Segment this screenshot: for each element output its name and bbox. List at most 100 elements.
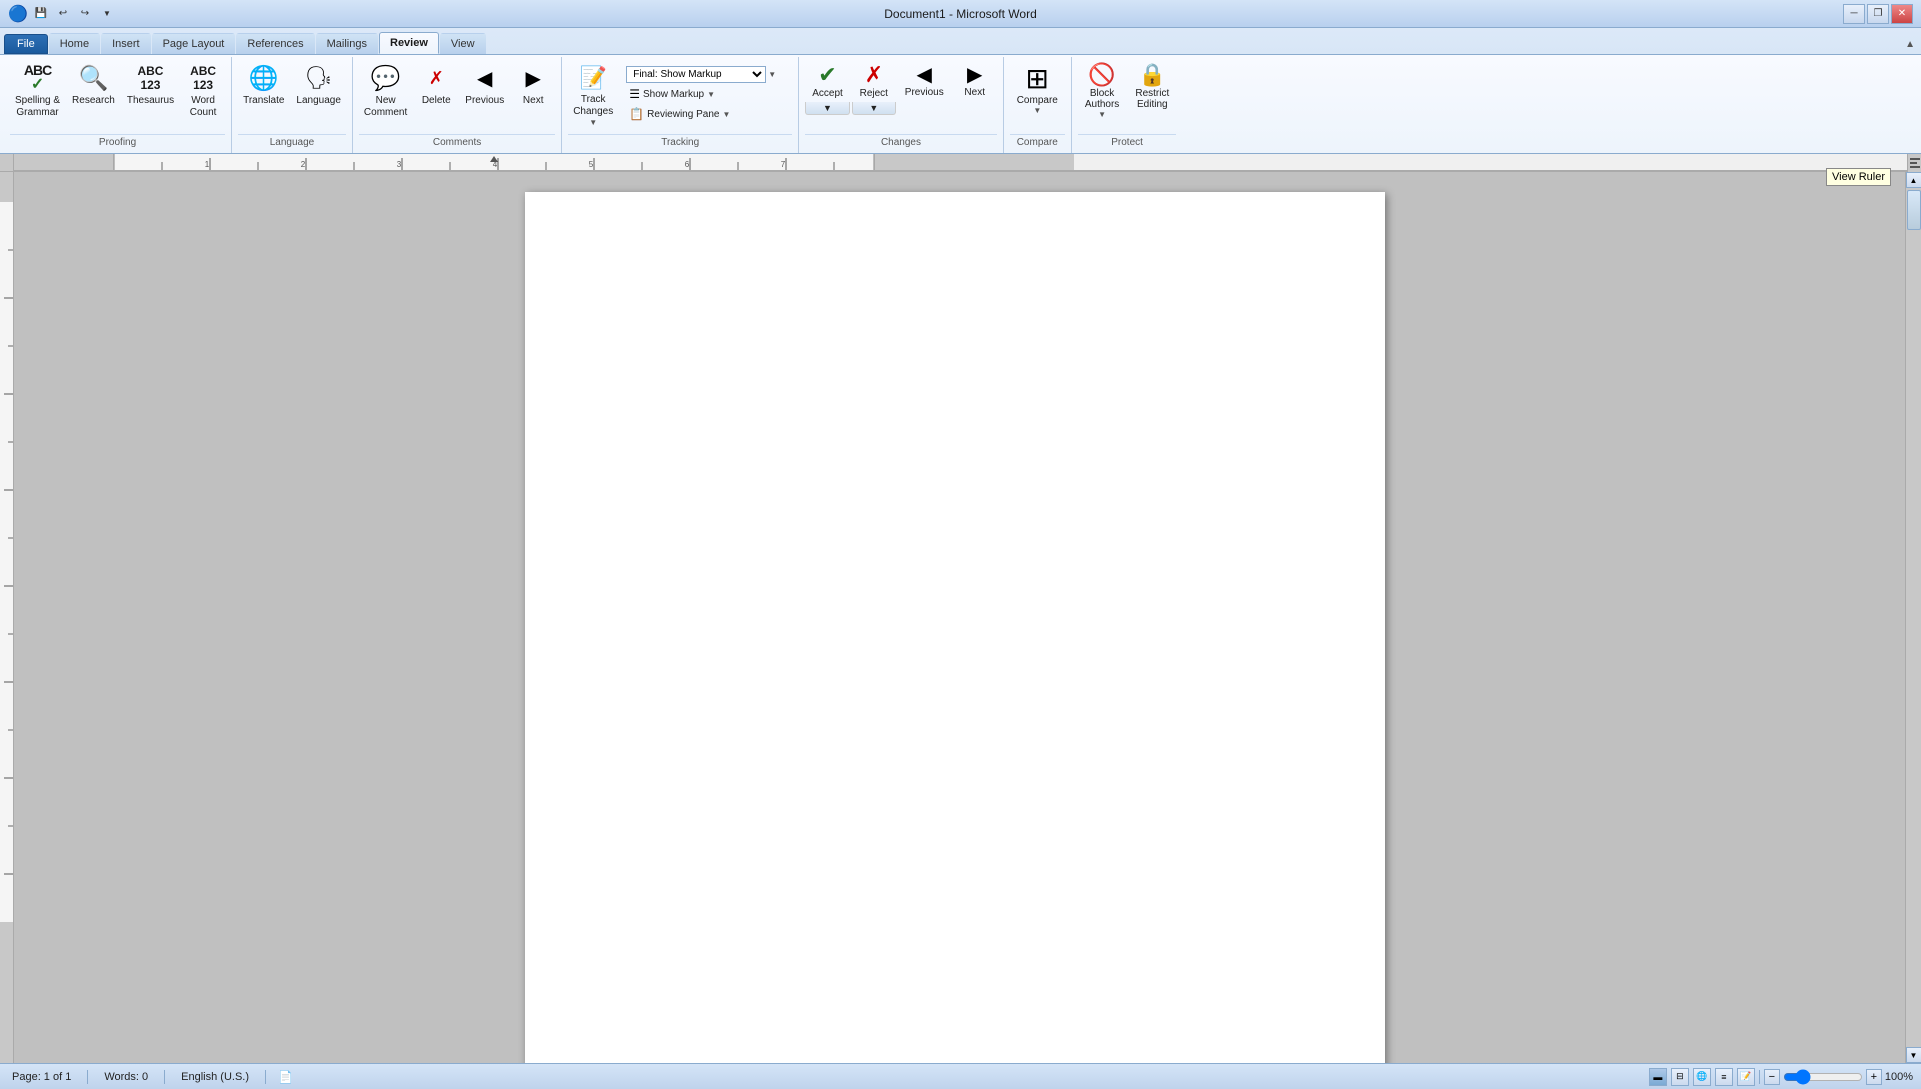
previous-comment-icon: ◀ <box>469 62 501 94</box>
zoom-out-btn[interactable]: − <box>1764 1069 1780 1085</box>
show-markup-button[interactable]: ☰ Show Markup ▼ <box>626 85 718 103</box>
accept-label: Accept <box>812 88 843 99</box>
status-page[interactable]: Page: 1 of 1 <box>8 1071 75 1083</box>
status-divider-3 <box>265 1070 266 1084</box>
restrict-editing-button[interactable]: 🔒 RestrictEditing <box>1128 59 1176 113</box>
reject-split-button[interactable]: ✗ Reject ▼ <box>852 59 896 115</box>
reviewing-pane-button[interactable]: 📋 Reviewing Pane ▼ <box>626 105 733 123</box>
accept-button-top[interactable]: ✔ Accept <box>805 59 850 102</box>
ruler-toggle-button[interactable]: View Ruler <box>1907 154 1921 172</box>
research-label: Research <box>72 95 115 107</box>
svg-text:6: 6 <box>685 160 690 169</box>
tab-home[interactable]: Home <box>49 33 100 54</box>
tab-view[interactable]: View <box>440 33 486 54</box>
svg-text:3: 3 <box>397 160 402 169</box>
next-comment-button[interactable]: ▶ Next <box>511 59 555 110</box>
spelling-grammar-button[interactable]: ABC ✓ Spelling &Grammar <box>10 59 65 122</box>
quick-redo-btn[interactable]: ↪ <box>76 5 94 23</box>
tab-page-layout[interactable]: Page Layout <box>152 33 236 54</box>
quick-undo-btn[interactable]: ↩ <box>54 5 72 23</box>
tab-references[interactable]: References <box>236 33 314 54</box>
new-comment-icon: 💬 <box>370 62 402 94</box>
compare-button[interactable]: ⊞ Compare ▼ <box>1010 59 1065 118</box>
zoom-slider[interactable] <box>1783 1072 1863 1082</box>
next-comment-label: Next <box>523 95 544 107</box>
block-authors-button[interactable]: 🚫 BlockAuthors ▼ <box>1078 59 1126 122</box>
changes-items: ✔ Accept ▼ ✗ Reject ▼ ◀ Previous <box>805 59 996 132</box>
accept-dropdown-btn[interactable]: ▼ <box>805 102 850 115</box>
word-count-button[interactable]: ABC 123 WordCount <box>181 59 225 122</box>
block-authors-icon: 🚫 <box>1088 62 1115 88</box>
view-print-btn[interactable]: ▬ <box>1649 1068 1667 1086</box>
zoom-level[interactable]: 100% <box>1885 1071 1913 1083</box>
language-items: 🌐 Translate 🗣 Language <box>238 59 346 132</box>
delete-comment-button[interactable]: ✗ Delete <box>414 59 458 110</box>
title-bar-title: Document1 - Microsoft Word <box>884 7 1037 21</box>
tracking-group-label: Tracking <box>568 134 792 151</box>
svg-text:1: 1 <box>205 160 210 169</box>
previous-change-button[interactable]: ◀ Previous <box>898 59 951 101</box>
word-icon: 🔵 <box>8 4 28 24</box>
track-changes-button[interactable]: 📝 TrackChanges ▼ <box>568 59 618 130</box>
thesaurus-button[interactable]: ABC 123 Thesaurus <box>122 59 179 110</box>
status-divider-4 <box>1759 1070 1760 1084</box>
reviewing-pane-label: Reviewing Pane <box>647 109 719 120</box>
comments-group-label: Comments <box>359 134 555 151</box>
scrollbar-area: ▲ ▼ <box>1905 172 1921 1063</box>
translate-button[interactable]: 🌐 Translate <box>238 59 289 110</box>
doc-view-icon[interactable]: 📄 <box>278 1070 293 1084</box>
document-page[interactable] <box>525 192 1385 1063</box>
restore-button[interactable]: ❐ <box>1867 4 1889 24</box>
quick-save-btn[interactable]: 💾 <box>32 5 50 23</box>
next-change-button[interactable]: ▶ Next <box>953 59 997 101</box>
status-words[interactable]: Words: 0 <box>100 1071 152 1083</box>
research-button[interactable]: 🔍 Research <box>67 59 120 110</box>
compare-group-label: Compare <box>1010 134 1065 151</box>
next-change-icon: ▶ <box>967 62 982 87</box>
scroll-up-btn[interactable]: ▲ <box>1906 172 1921 188</box>
reject-button-top[interactable]: ✗ Reject <box>852 59 896 102</box>
track-changes-icon: 📝 <box>577 62 609 94</box>
view-fullscreen-btn[interactable]: ⊟ <box>1671 1068 1689 1086</box>
minimize-button[interactable]: ─ <box>1843 4 1865 24</box>
zoom-in-btn[interactable]: + <box>1866 1069 1882 1085</box>
language-icon: 🗣 <box>303 62 335 94</box>
status-divider-1 <box>87 1070 88 1084</box>
previous-comment-button[interactable]: ◀ Previous <box>460 59 509 110</box>
track-changes-arrow: ▼ <box>589 118 597 127</box>
next-comment-icon: ▶ <box>517 62 549 94</box>
scroll-down-btn[interactable]: ▼ <box>1906 1047 1921 1063</box>
tab-review[interactable]: Review <box>379 32 439 54</box>
proofing-items: ABC ✓ Spelling &Grammar 🔍 Research ABC <box>10 59 225 132</box>
status-divider-2 <box>164 1070 165 1084</box>
quick-customize-btn[interactable]: ▼ <box>98 5 116 23</box>
restrict-editing-label: RestrictEditing <box>1135 88 1169 110</box>
ribbon-content: ABC ✓ Spelling &Grammar 🔍 Research ABC <box>0 54 1921 153</box>
translate-icon: 🌐 <box>248 62 280 94</box>
new-comment-button[interactable]: 💬 NewComment <box>359 59 412 122</box>
tab-file[interactable]: File <box>4 34 48 54</box>
status-language[interactable]: English (U.S.) <box>177 1071 253 1083</box>
view-draft-btn[interactable]: 📝 <box>1737 1068 1755 1086</box>
compare-arrow: ▼ <box>1033 106 1041 115</box>
thesaurus-icon: ABC 123 <box>134 62 166 94</box>
language-button[interactable]: 🗣 Language <box>291 59 346 110</box>
view-web-btn[interactable]: 🌐 <box>1693 1068 1711 1086</box>
scroll-thumb[interactable] <box>1907 190 1921 230</box>
markup-dropdown[interactable]: Final: Show Markup Final Original: Show … <box>626 66 766 83</box>
view-outline-btn[interactable]: ≡ <box>1715 1068 1733 1086</box>
next-change-label: Next <box>964 87 985 98</box>
reviewing-pane-icon: 📋 <box>629 107 644 121</box>
restrict-editing-icon: 🔒 <box>1139 62 1166 88</box>
reviewing-pane-arrow: ▼ <box>722 110 730 119</box>
delete-comment-label: Delete <box>422 95 451 107</box>
main-area: ▲ ▼ <box>0 172 1921 1063</box>
tab-mailings[interactable]: Mailings <box>316 33 378 54</box>
reject-label: Reject <box>860 88 888 99</box>
ribbon-collapse-btn[interactable]: ▲ <box>1899 35 1921 54</box>
close-button[interactable]: ✕ <box>1891 4 1913 24</box>
accept-split-button[interactable]: ✔ Accept ▼ <box>805 59 850 115</box>
reject-dropdown-btn[interactable]: ▼ <box>852 102 896 115</box>
tab-insert[interactable]: Insert <box>101 33 151 54</box>
spelling-label: Spelling &Grammar <box>15 95 60 119</box>
